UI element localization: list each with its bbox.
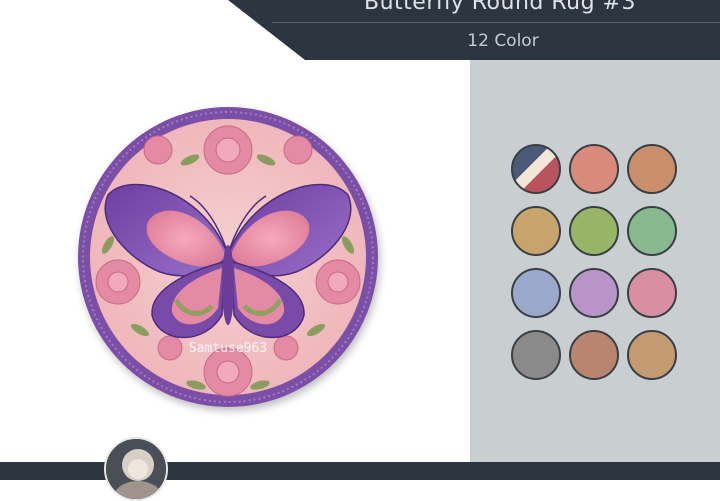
color-swatch[interactable] — [627, 206, 677, 256]
watermark-text: Samtuse963 — [189, 341, 267, 356]
color-swatch[interactable] — [511, 144, 561, 194]
color-palette-panel — [470, 60, 720, 462]
color-swatch[interactable] — [511, 330, 561, 380]
color-swatch[interactable] — [569, 330, 619, 380]
color-swatch[interactable] — [569, 206, 619, 256]
avatar-image — [106, 439, 166, 499]
color-swatch[interactable] — [511, 268, 561, 318]
color-swatch[interactable] — [627, 330, 677, 380]
creator-avatar[interactable] — [104, 437, 168, 501]
color-swatch[interactable] — [569, 144, 619, 194]
color-swatch[interactable] — [569, 268, 619, 318]
rug-preview: Samtuse963 — [0, 0, 470, 462]
color-swatch[interactable] — [627, 268, 677, 318]
color-swatch[interactable] — [627, 144, 677, 194]
color-swatch[interactable] — [511, 206, 561, 256]
rug-image: Samtuse963 — [78, 107, 378, 407]
